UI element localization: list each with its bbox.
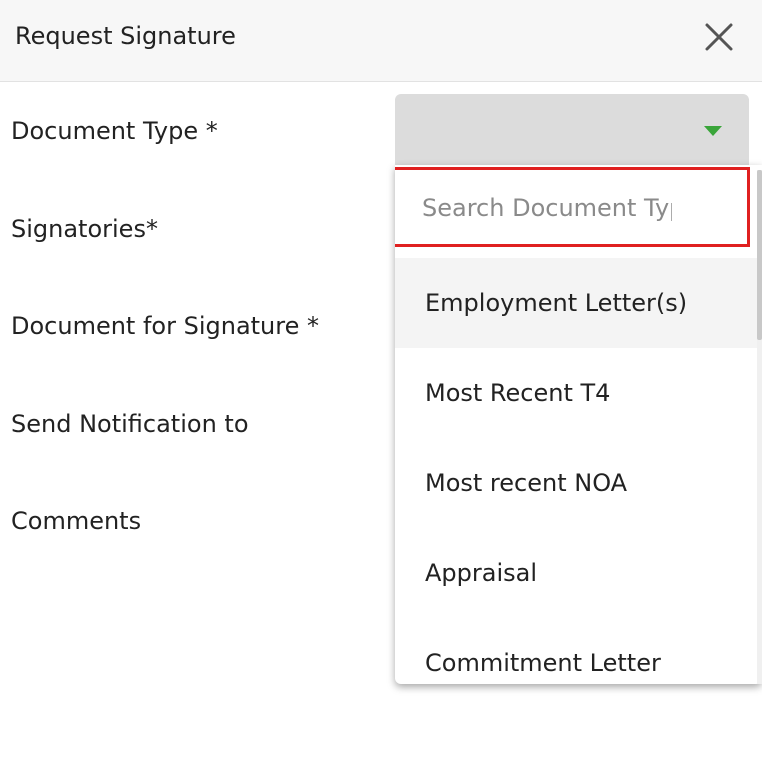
send-notification-label: Send Notification to: [11, 410, 249, 438]
dropdown-scrollbar-thumb[interactable]: [757, 170, 762, 340]
dropdown-option[interactable]: Most Recent T4: [395, 348, 757, 438]
dropdown-options-list: Employment Letter(s) Most Recent T4 Most…: [395, 258, 757, 684]
dialog-header: Request Signature: [0, 0, 762, 82]
dropdown-option[interactable]: Appraisal: [395, 528, 757, 618]
dropdown-option[interactable]: Employment Letter(s): [395, 258, 757, 348]
signatories-label: Signatories*: [11, 215, 158, 243]
dialog-title: Request Signature: [15, 22, 236, 50]
search-highlight-box: [395, 167, 750, 247]
request-signature-dialog: Request Signature Document Type * Signat…: [0, 0, 762, 776]
document-type-label: Document Type *: [11, 117, 218, 145]
dropdown-option[interactable]: Most recent NOA: [395, 438, 757, 528]
document-type-dropdown: Employment Letter(s) Most Recent T4 Most…: [395, 165, 762, 684]
document-for-signature-label: Document for Signature *: [11, 312, 320, 340]
dropdown-option[interactable]: Commitment Letter: [395, 618, 757, 684]
document-type-search-input[interactable]: [422, 188, 672, 228]
dropdown-scrollbar[interactable]: [757, 170, 762, 684]
document-type-select[interactable]: [395, 94, 749, 170]
comments-label: Comments: [11, 507, 142, 535]
close-icon[interactable]: [704, 22, 734, 52]
caret-down-icon: [704, 126, 722, 136]
